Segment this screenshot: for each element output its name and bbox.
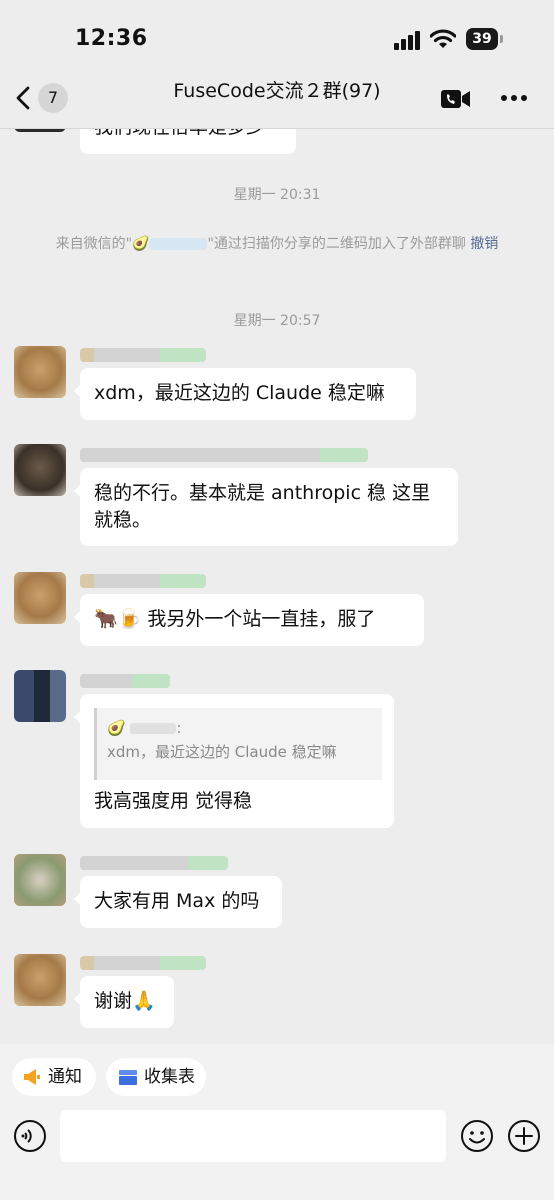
message-bubble[interactable]: 稳的不行。基本就是 anthropic 稳 这里就稳。 [74, 468, 458, 546]
quoted-message[interactable]: 🥑 : xdm，最近这边的 Claude 稳定嘛 [94, 708, 382, 780]
sender-name-blurred [80, 448, 368, 462]
quoted-sender-colon: : [176, 719, 182, 737]
quoted-text: xdm，最近这边的 Claude 稳定嘛 [107, 743, 337, 761]
message-bubble[interactable]: 大家有用 Max 的吗 [74, 876, 282, 928]
avatar[interactable] [14, 346, 66, 398]
message-list[interactable]: 我们现在倍率是多少 星期一 20:31 来自微信的"🥑 "通过扫描你分享的二维码加… [0, 128, 554, 1044]
avatar[interactable] [14, 670, 66, 722]
battery-icon: 39 [466, 28, 504, 50]
notice-label: 通知 [48, 1067, 82, 1087]
blurred-name [149, 238, 208, 250]
message-text: 稳的不行。基本就是 anthropic 稳 这里就稳。 [94, 482, 431, 531]
form-label: 收集表 [144, 1067, 195, 1087]
message-bubble[interactable]: 🥑 : xdm，最近这边的 Claude 稳定嘛 我高强度用 觉得稳 [74, 694, 394, 828]
system-message: 来自微信的"🥑 "通过扫描你分享的二维码加入了外部群聊 撤销 [40, 232, 514, 256]
voice-input-icon[interactable] [13, 1119, 47, 1153]
input-bar [0, 1100, 554, 1200]
collection-form-icon [119, 1070, 137, 1085]
avatar[interactable] [14, 954, 66, 1006]
avatar[interactable] [14, 444, 66, 496]
sender-name-blurred [80, 348, 206, 362]
message-text: 大家有用 Max 的吗 [94, 890, 260, 912]
message-bubble[interactable]: xdm，最近这边的 Claude 稳定嘛 [74, 368, 416, 420]
message-bubble[interactable]: 我们现在倍率是多少 [80, 128, 296, 154]
notice-chip[interactable]: 通知 [12, 1058, 96, 1096]
quoted-sender-emoji: 🥑 [107, 719, 126, 737]
battery-level: 39 [472, 31, 492, 47]
avatar[interactable] [14, 572, 66, 624]
form-chip[interactable]: 收集表 [106, 1058, 206, 1096]
timestamp: 星期一 20:57 [233, 313, 321, 329]
system-message-prefix: 来自微信的"🥑 [55, 236, 150, 252]
quoted-sender: 🥑 : [107, 716, 372, 740]
sender-name-blurred [80, 856, 228, 870]
timestamp: 星期一 20:31 [233, 187, 321, 203]
emoji-icon[interactable] [460, 1119, 494, 1153]
revoke-link[interactable]: 撤销 [470, 236, 498, 252]
message-text: 🐂🍺 我另外一个站一直挂，服了 [94, 608, 376, 630]
message-text: 我高强度用 觉得稳 [94, 790, 253, 812]
status-bar: 12:36 39 [0, 0, 554, 80]
sender-name-blurred [80, 956, 206, 970]
chat-header: 7 FuseCode交流２群(97) [0, 70, 554, 129]
wifi-icon [430, 29, 456, 48]
message-text: xdm，最近这边的 Claude 稳定嘛 [94, 382, 385, 404]
video-call-icon[interactable] [440, 88, 472, 110]
system-message-suffix: "通过扫描你分享的二维码加入了外部群聊 [207, 236, 466, 252]
message-bubble[interactable]: 谢谢🙏 [74, 976, 174, 1028]
back-chevron-icon[interactable] [12, 84, 36, 112]
cellular-signal-icon [394, 31, 420, 50]
more-options-icon[interactable] [500, 94, 528, 102]
message-text: 谢谢🙏 [94, 990, 156, 1012]
message-bubble[interactable]: 🐂🍺 我另外一个站一直挂，服了 [74, 594, 424, 646]
status-time: 12:36 [75, 26, 148, 51]
avatar[interactable] [14, 854, 66, 906]
message-input[interactable] [60, 1110, 446, 1162]
unread-count-badge[interactable]: 7 [38, 83, 68, 113]
megaphone-icon [24, 1069, 40, 1085]
chat-title: FuseCode交流２群(97) [173, 80, 381, 102]
plus-icon[interactable] [507, 1119, 541, 1153]
sender-name-blurred [80, 674, 170, 688]
quoted-sender-blurred [130, 723, 177, 734]
message-text: 我们现在倍率是多少 [94, 128, 265, 138]
sender-name-blurred [80, 574, 206, 588]
